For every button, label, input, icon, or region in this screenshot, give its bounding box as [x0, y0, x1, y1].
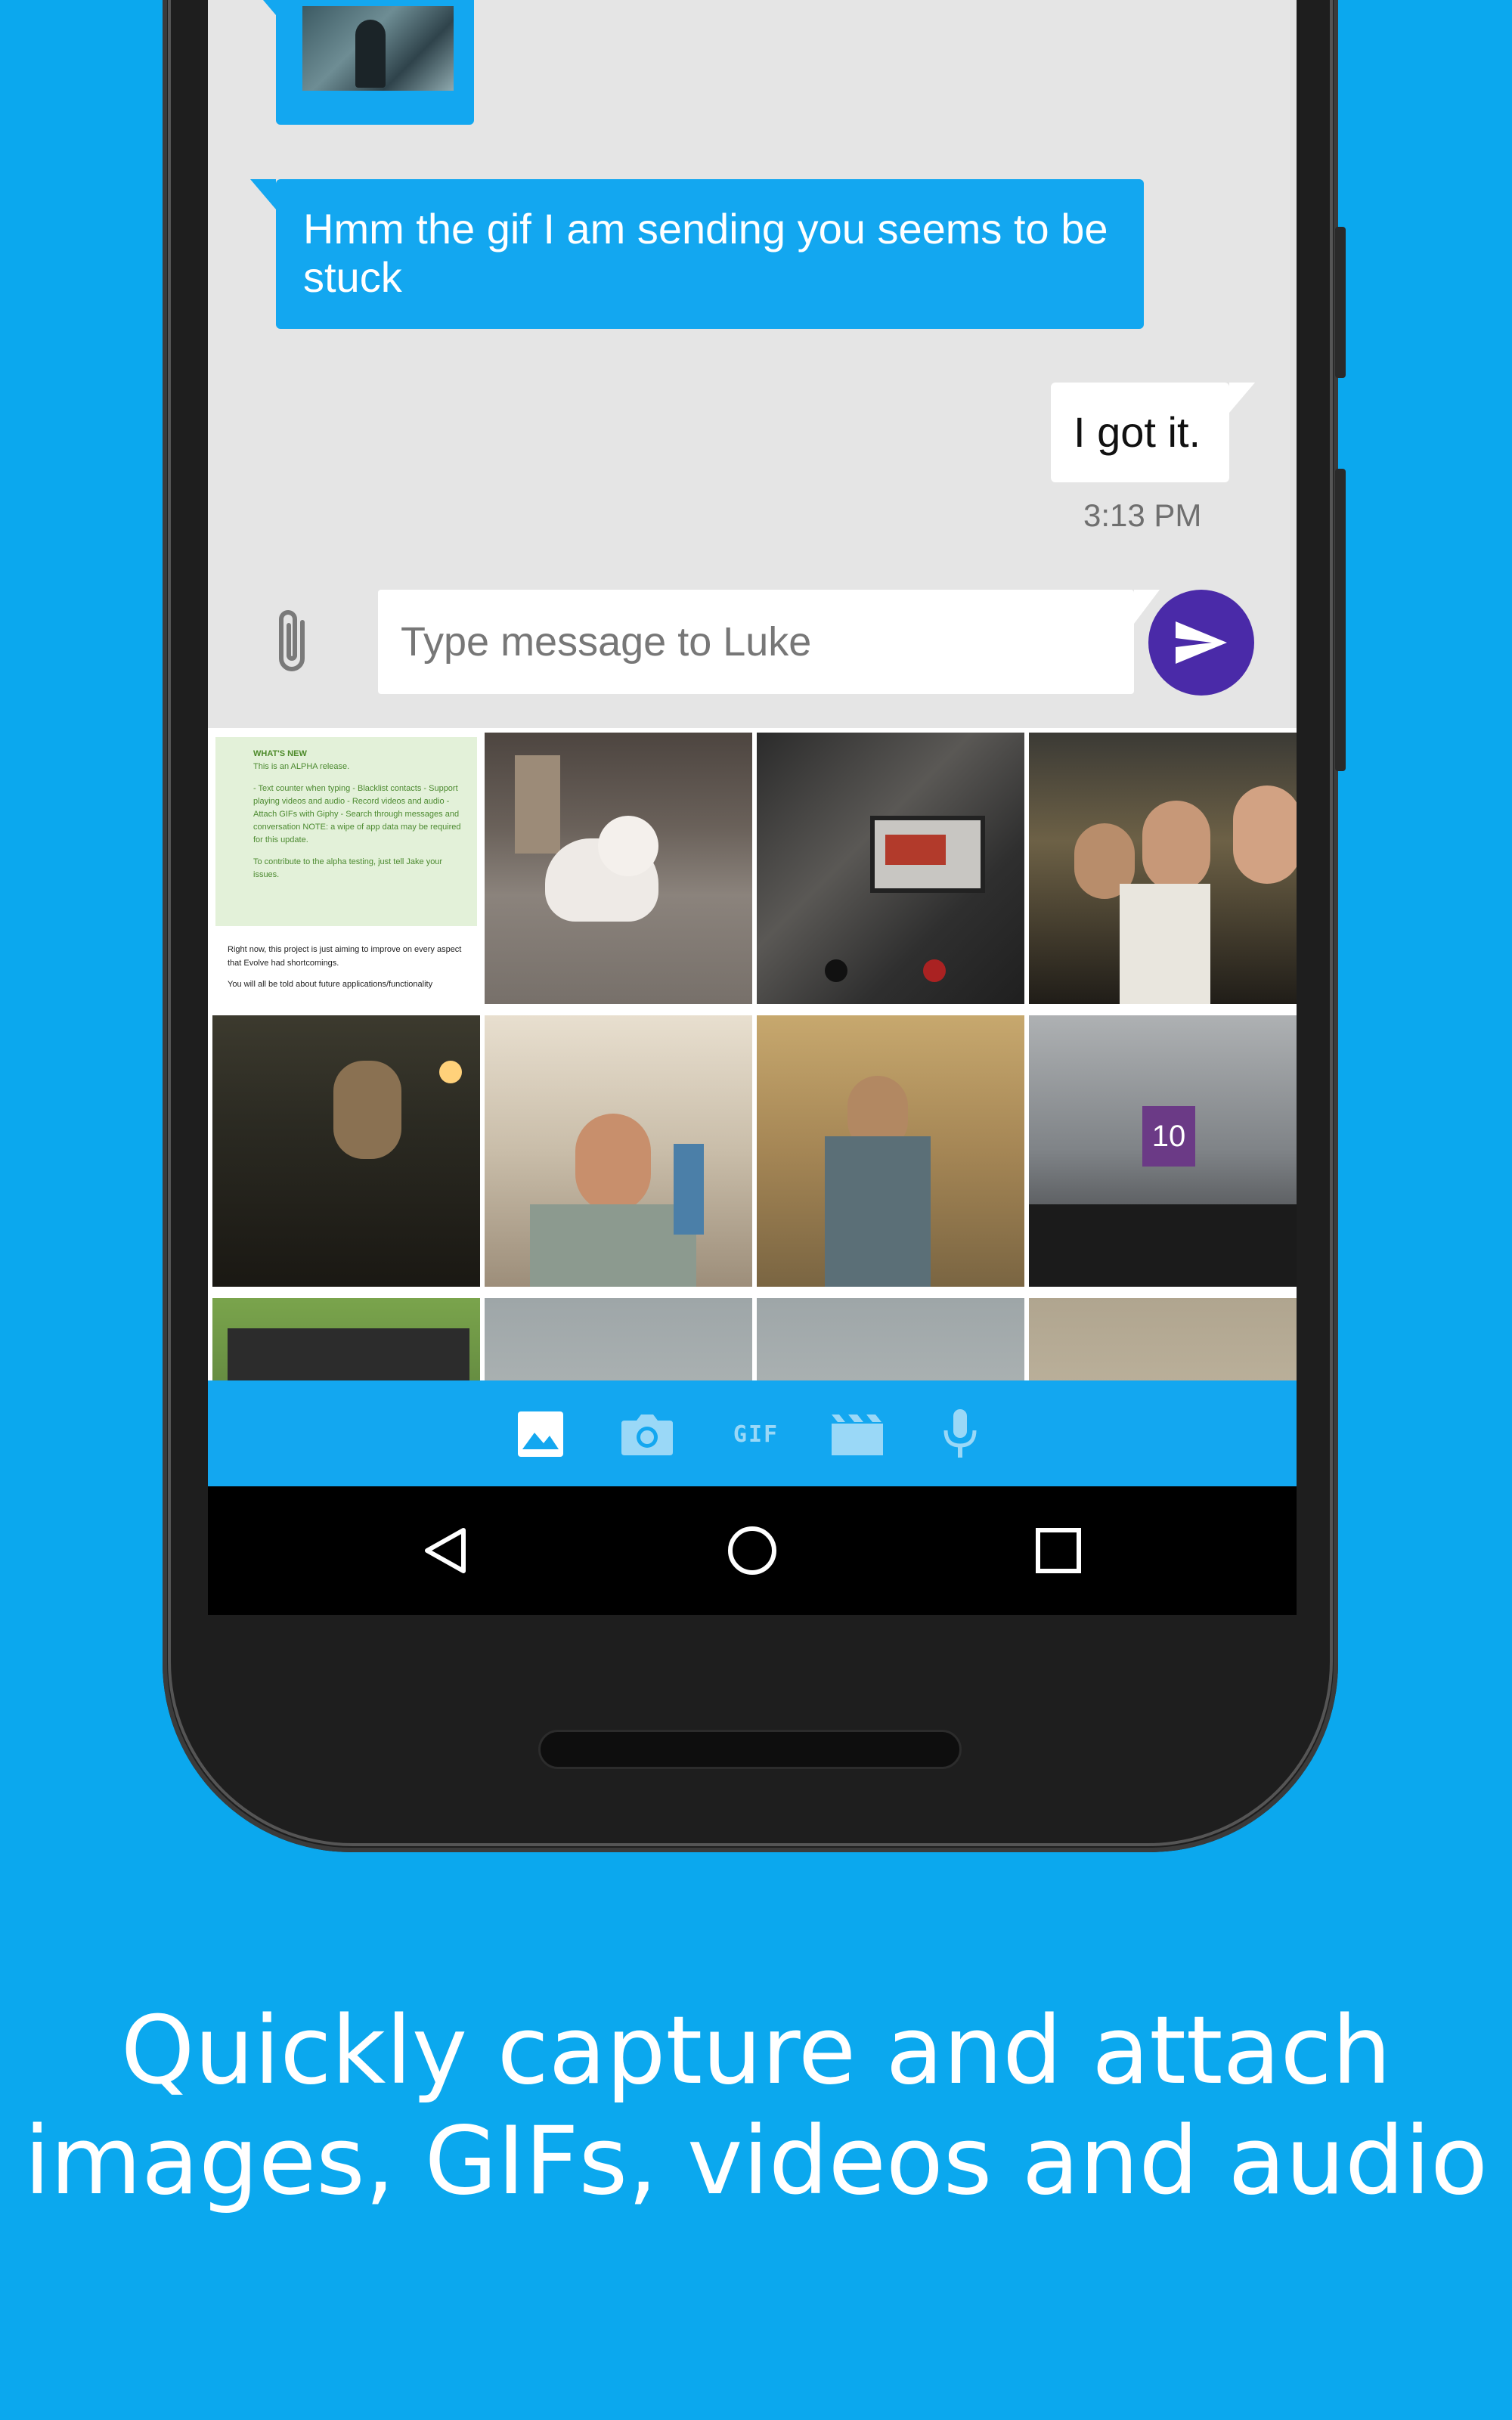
doc-footer2: You will all be told about future applic… — [228, 980, 433, 989]
gallery-tile-dog-photo[interactable] — [485, 733, 752, 1004]
promo-headline-line2: images, GIFs, videos and audio — [23, 2107, 1489, 2216]
gallery-tile-group-selfie[interactable] — [1029, 733, 1297, 1004]
gallery-tile-building-1[interactable] — [485, 1298, 752, 1380]
doc-whats-new: WHAT'S NEW This is an ALPHA release. - T… — [215, 737, 477, 926]
recents-icon[interactable] — [1032, 1524, 1085, 1577]
paperclip-icon[interactable] — [272, 609, 318, 677]
power-button — [1335, 469, 1346, 771]
video-icon[interactable] — [830, 1408, 885, 1461]
gif-icon-label: GIF — [733, 1421, 779, 1448]
attachment-toolbar: GIF — [208, 1380, 1297, 1486]
microphone-icon[interactable] — [941, 1408, 979, 1461]
back-icon[interactable] — [420, 1524, 472, 1577]
gif-message-bubble[interactable] — [250, 0, 474, 125]
gallery-tile-hallway-walk[interactable] — [757, 1015, 1024, 1287]
gallery-tile-doc-screenshot[interactable]: WHAT'S NEW This is an ALPHA release. - T… — [212, 733, 480, 1004]
outgoing-message-text: I got it. — [1074, 408, 1201, 456]
gallery-tile-grill-photo[interactable] — [757, 733, 1024, 1004]
volume-button — [1335, 227, 1346, 378]
media-gallery-grid: WHAT'S NEW This is an ALPHA release. - T… — [208, 728, 1297, 1380]
doc-contribute: To contribute to the alpha testing, just… — [253, 857, 443, 879]
message-timestamp: 3:13 PM — [1083, 497, 1202, 533]
doc-line1: This is an ALPHA release. — [253, 762, 350, 771]
gallery-icon[interactable] — [516, 1408, 565, 1461]
gif-figure — [355, 20, 386, 88]
gallery-tile-parking-garage[interactable]: 10 — [1029, 1015, 1297, 1287]
doc-body: - Text counter when typing - Blacklist c… — [253, 784, 461, 844]
camera-icon[interactable] — [620, 1408, 674, 1461]
doc-footer1: Right now, this project is just aiming t… — [228, 945, 462, 968]
gif-icon[interactable]: GIF — [730, 1408, 782, 1461]
gallery-tile-box[interactable] — [1029, 1298, 1297, 1380]
send-icon — [1176, 621, 1227, 664]
gallery-tile-night-photo[interactable] — [212, 1015, 480, 1287]
incoming-message-bubble[interactable]: Hmm the gif I am sending you seems to be… — [250, 179, 1144, 329]
phone-screen: Hmm the gif I am sending you seems to be… — [208, 0, 1297, 1615]
home-icon[interactable] — [726, 1524, 779, 1577]
phone-speaker — [538, 1730, 962, 1769]
send-button[interactable] — [1148, 590, 1254, 696]
gallery-tile-superhero-group[interactable] — [212, 1298, 480, 1380]
outgoing-message-bubble[interactable]: I got it. — [1051, 383, 1255, 482]
promo-headline: Quickly capture and attach images, GIFs,… — [0, 1996, 1512, 2217]
promo-headline-line1: Quickly capture and attach — [120, 1997, 1392, 2105]
gallery-tile-hallway-selfie[interactable] — [485, 1015, 752, 1287]
gif-thumbnail[interactable] — [302, 6, 454, 91]
message-input-placeholder: Type message to Luke — [401, 619, 812, 665]
doc-footer: Right now, this project is just aiming t… — [228, 943, 469, 991]
message-input[interactable]: Type message to Luke — [378, 590, 1160, 694]
android-navigation-bar — [208, 1486, 1297, 1615]
doc-heading: WHAT'S NEW — [253, 749, 307, 758]
parking-level-sign: 10 — [1142, 1106, 1195, 1167]
gallery-tile-building-2[interactable] — [757, 1298, 1024, 1380]
doc-preview: WHAT'S NEW This is an ALPHA release. - T… — [212, 733, 480, 1004]
incoming-message-text: Hmm the gif I am sending you seems to be… — [303, 205, 1108, 301]
